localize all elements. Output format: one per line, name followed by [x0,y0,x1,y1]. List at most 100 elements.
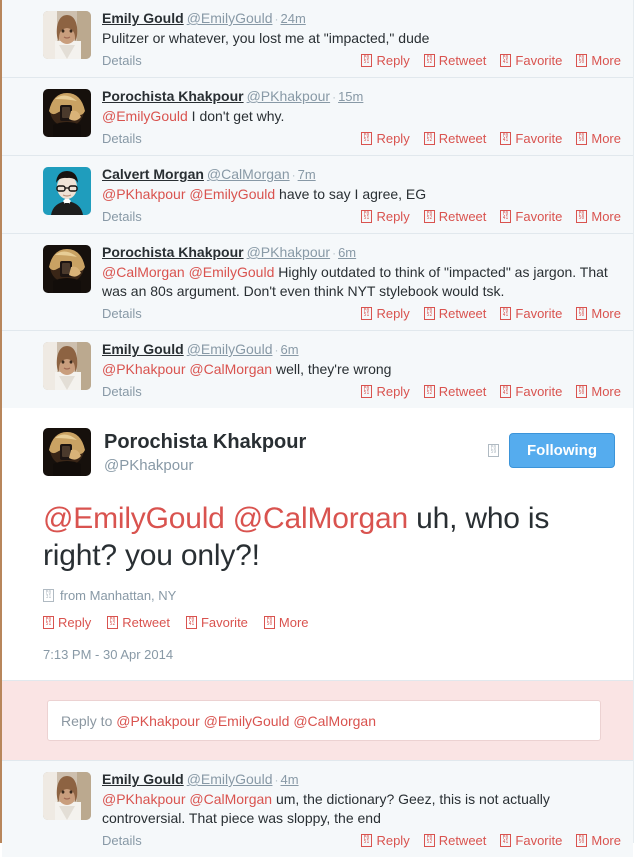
separator-dot: · [274,343,279,357]
avatar[interactable] [43,167,91,215]
avatar[interactable] [43,428,91,476]
mention-link[interactable]: @PKhakpour [102,186,185,202]
author-fullname[interactable]: Porochista Khakpour [102,88,244,104]
details-link[interactable]: Details [102,209,142,224]
reply-action-label: Reply [376,832,410,848]
reply-action[interactable]: F0 51 Reply [361,306,410,321]
avatar[interactable] [43,772,91,820]
mention-link[interactable]: @CalMorgan [233,502,408,535]
mention-link[interactable]: @EmilyGould [102,108,188,124]
main-tweet-timestamp: 7:13 PM - 30 Apr 2014 [43,647,174,662]
mention-link[interactable]: @EmilyGould [189,186,275,202]
mention-link[interactable]: @PKhakpour [102,791,185,807]
retweet-action[interactable]: F0 52 Retweet [423,833,486,848]
favorite-action[interactable]: F0 41 Favorite [185,615,248,630]
retweet-action[interactable]: F0 52 Retweet [423,131,486,146]
favorite-action[interactable]: F0 41 Favorite [500,384,562,399]
reply-action[interactable]: F0 51 Reply [361,53,410,68]
more-action[interactable]: F0 50 More [576,384,621,399]
author-fullname[interactable]: Emily Gould [102,341,184,357]
favorite-action-label: Favorite [515,305,563,321]
author-fullname[interactable]: Porochista Khakpour [102,244,244,260]
main-author-fullname[interactable]: Porochista Khakpour [104,431,306,453]
details-link[interactable]: Details [102,53,142,68]
author-handle[interactable]: @EmilyGould [187,10,273,26]
author-handle[interactable]: @EmilyGould [187,341,273,357]
tweet-timestamp[interactable]: 6m [280,342,298,357]
reply-action[interactable]: F0 51 Reply [361,131,410,146]
mention-link[interactable]: @CalMorgan [189,791,272,807]
tweet-text: @CalMorgan @EmilyGould Highly outdated t… [102,263,621,301]
more-action[interactable]: F0 50 More [576,306,621,321]
reply-input[interactable]: Reply to @PKhakpour @EmilyGould @CalMorg… [47,700,601,741]
mention-link[interactable]: @CalMorgan [102,264,185,280]
more-action-label: More [591,208,621,224]
retweet-action[interactable]: F0 52 Retweet [107,615,170,630]
details-link[interactable]: Details [102,384,142,399]
main-author-handle[interactable]: @PKhakpour [104,456,488,476]
details-link[interactable]: Details [102,306,142,321]
author-handle[interactable]: @EmilyGould [187,771,273,787]
reply-action[interactable]: F0 51 Reply [361,209,410,224]
favorite-action-label: Favorite [515,383,563,399]
more-action[interactable]: F0 50 More [576,833,621,848]
tweet-timestamp[interactable]: 6m [338,245,356,260]
following-button[interactable]: Following [509,433,615,468]
more-action-label: More [591,305,621,321]
favorite-action[interactable]: F0 41 Favorite [500,833,562,848]
tweet-action-bar: F0 51 Reply F0 52 Retweet F0 41 Favorite F0 50 M… [361,306,621,321]
favorite-action[interactable]: F0 41 Favorite [500,209,562,224]
author-handle[interactable]: @PKhakpour [247,244,330,260]
more-action[interactable]: F0 50 More [576,131,621,146]
reply-action[interactable]: F0 51 Reply [361,384,410,399]
mention-link[interactable]: @CalMorgan [189,361,272,377]
missing-glyph-icon: F0 50 [263,616,275,629]
details-link[interactable]: Details [102,131,142,146]
author-fullname[interactable]: Calvert Morgan [102,166,204,182]
separator-dot: · [274,12,279,26]
missing-glyph-icon: F0 51 [361,384,373,398]
tweet-text: @EmilyGould I don't get why. [102,107,621,126]
avatar[interactable] [43,11,91,59]
missing-glyph-icon: F0 50 [576,209,588,223]
missing-glyph-icon: F0 52 [423,53,435,67]
tweet-timestamp[interactable]: 15m [338,89,363,104]
more-action[interactable]: F0 50 More [576,209,621,224]
mention-link[interactable]: @PKhakpour [102,361,185,377]
author-handle[interactable]: @CalMorgan [207,166,290,182]
favorite-action[interactable]: F0 41 Favorite [500,306,562,321]
author-fullname[interactable]: Emily Gould [102,10,184,26]
favorite-action-label: Favorite [200,615,248,630]
tweet-timestamp[interactable]: 24m [280,11,305,26]
tweet-timestamp[interactable]: 7m [298,167,316,182]
reply-action[interactable]: F0 51 Reply [361,832,410,848]
tweet-text-run: I don't get why. [187,108,285,124]
retweet-action[interactable]: F0 52 Retweet [423,384,486,399]
tweet-row[interactable]: Calvert Morgan @CalMorgan · 7m @PKhakpour @… [2,156,633,234]
tweet-row[interactable]: Emily Gould @EmilyGould · 6m @PKhakpour @Ca… [2,331,633,408]
retweet-action[interactable]: F0 52 Retweet [423,53,486,68]
tweet-row[interactable]: Emily Gould @EmilyGould · 24m Pulitzer or w… [2,0,633,78]
tweet-row[interactable]: Porochista Khakpour @PKhakpour · 6m @CalMor… [2,234,633,331]
avatar[interactable] [43,89,91,137]
tweet-timestamp[interactable]: 4m [280,772,298,787]
mention-link[interactable]: @EmilyGould [189,264,275,280]
author-fullname[interactable]: Emily Gould [102,771,184,787]
retweet-action[interactable]: F0 52 Retweet [423,306,486,321]
favorite-action-label: Favorite [515,208,563,224]
follow-controls: F0 59 Following [488,428,615,468]
favorite-action[interactable]: F0 41 Favorite [500,53,562,68]
reply-action[interactable]: F0 51 Reply [43,615,91,630]
mention-link[interactable]: @EmilyGould [43,502,225,535]
tweet-row[interactable]: Porochista Khakpour @PKhakpour · 15m @Emily… [2,78,633,156]
author-handle[interactable]: @PKhakpour [247,88,330,104]
favorite-action-label: Favorite [515,832,563,848]
avatar[interactable] [43,245,91,293]
more-action[interactable]: F0 50 More [263,615,309,630]
more-action[interactable]: F0 50 More [576,53,621,68]
avatar[interactable] [43,342,91,390]
tweet-footer: Details F0 51 Reply F0 52 Retweet F0 41 Favori… [102,304,621,322]
retweet-action[interactable]: F0 52 Retweet [423,209,486,224]
details-link[interactable]: Details [102,833,142,848]
favorite-action[interactable]: F0 41 Favorite [500,131,562,146]
